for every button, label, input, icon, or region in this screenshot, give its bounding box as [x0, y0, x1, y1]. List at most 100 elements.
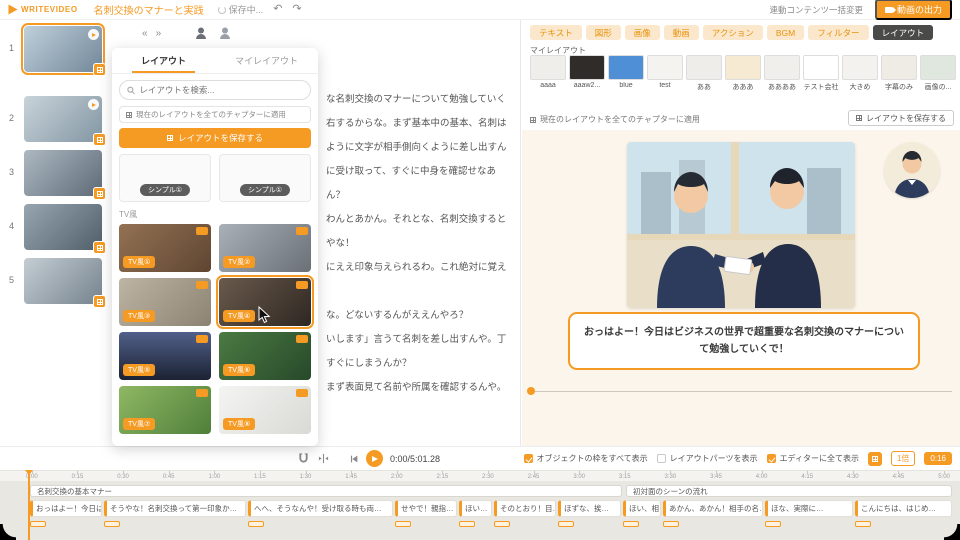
scene-thumb-image[interactable] — [24, 26, 102, 72]
asset-tab[interactable]: 動画 — [664, 25, 699, 40]
script-line[interactable]: にええ印象与えられるわ。これ絶対に覚え — [326, 256, 518, 280]
clip-tag-marker[interactable] — [623, 521, 639, 527]
scene-progress-line[interactable] — [532, 391, 952, 392]
layout-badge[interactable] — [93, 63, 106, 76]
subtitle-clip[interactable]: ほな、実際に… — [765, 500, 853, 517]
my-layout-thumbnail[interactable] — [608, 55, 644, 80]
character-avatar-2[interactable] — [219, 27, 231, 39]
my-layout-thumbnail[interactable] — [842, 55, 878, 80]
script-line[interactable]: まず表面見て名前や所属を確認するんや。 — [326, 376, 518, 400]
magnet-icon[interactable] — [298, 453, 309, 464]
scene-thumb-image[interactable] — [24, 204, 102, 250]
character-avatar-1[interactable] — [195, 27, 207, 39]
clip-tag-marker[interactable] — [494, 521, 510, 527]
script-line[interactable]: な。どないするんがええんやろ？ — [326, 304, 518, 328]
my-layout-item[interactable]: 大きめ — [842, 55, 878, 92]
script-line[interactable] — [326, 280, 518, 304]
playhead[interactable] — [28, 470, 30, 540]
my-layout-item[interactable]: blue — [608, 55, 644, 92]
layout-template-thumbnail[interactable]: シンプル① — [219, 154, 311, 202]
asset-tab[interactable]: 画像 — [625, 25, 660, 40]
clip-tag-marker[interactable] — [104, 521, 120, 527]
my-layout-thumbnail[interactable] — [764, 55, 800, 80]
asset-tab[interactable]: レイアウト — [873, 25, 934, 40]
scene-thumb-image[interactable] — [24, 150, 102, 196]
layout-popup-tab[interactable]: マイレイアウト — [215, 48, 318, 73]
play-button[interactable] — [366, 450, 383, 467]
script-line[interactable]: ように文字が相手側向くように差し出すん — [326, 136, 518, 160]
export-video-button[interactable]: 動画の出力 — [875, 0, 952, 20]
jump-end-icon[interactable]: » — [156, 28, 162, 39]
scene-thumbnail[interactable]: 1 — [0, 26, 112, 72]
clip-tag-marker[interactable] — [855, 521, 871, 527]
timeline-ruler[interactable]: 0:00 0:15 0:30 0:45 1:00 1:15 1:30 1:45 … — [0, 470, 960, 481]
chapter-time-button[interactable]: 0:16 — [924, 452, 952, 465]
script-line[interactable]: 右するからな。まず基本中の基本、名刺は — [326, 112, 518, 136]
script-line[interactable]: に受け取って、すぐに中身を確認せなあ — [326, 160, 518, 184]
layout-template-thumbnail[interactable]: TV風⑤ — [119, 332, 211, 380]
clip-tag-marker[interactable] — [459, 521, 475, 527]
clip-tag-marker[interactable] — [395, 521, 411, 527]
script-line[interactable]: な名刺交換のマナーについて勉強していく — [326, 88, 518, 112]
chapter-block[interactable]: 名刺交換の基本マナー — [30, 485, 622, 497]
undo-icon[interactable]: ↶ — [273, 4, 282, 15]
subtitle-clip[interactable]: そのとおり！目… — [494, 500, 556, 517]
my-layout-item[interactable]: aaaa — [530, 55, 566, 92]
my-layout-thumbnail[interactable] — [881, 55, 917, 80]
my-layout-item[interactable]: テスト会社 — [803, 55, 839, 92]
clip-tag-marker[interactable] — [765, 521, 781, 527]
my-layout-item[interactable]: 画像の... — [920, 55, 956, 92]
apply-all-chapters-row[interactable]: 現在のレイアウトを全てのチャプターに適用 — [119, 106, 311, 123]
clip-tag-marker[interactable] — [663, 521, 679, 527]
layout-template-thumbnail[interactable]: TV風⑥ — [219, 332, 311, 380]
skip-back-icon[interactable] — [349, 454, 359, 464]
scene-progress-dot[interactable] — [527, 387, 535, 395]
checkbox[interactable] — [657, 454, 666, 463]
split-clip-icon[interactable] — [318, 453, 329, 464]
layout-template-thumbnail[interactable]: シンプル① — [119, 154, 211, 202]
layout-popup-tab[interactable]: レイアウト — [112, 48, 215, 73]
scene-thumbnail[interactable]: 4 — [0, 204, 112, 250]
subtitle-clip[interactable]: せやで！親指… — [395, 500, 457, 517]
script-line[interactable]: やな！ — [326, 232, 518, 256]
layout-template-thumbnail[interactable]: TV風① — [119, 224, 211, 272]
apply-all-chapters-row[interactable]: 現在のレイアウトを全てのチャプターに適用 — [530, 114, 700, 125]
subtitle-clip[interactable]: あかん、あかん！相手の名… — [663, 500, 763, 517]
bulk-edit-link[interactable]: 連動コンテンツ一括変更 — [769, 4, 863, 16]
subtitle-clip[interactable]: そうやな！名刺交換って第一印象か… — [104, 500, 246, 517]
app-logo[interactable]: WRITEVIDEO — [8, 5, 78, 14]
layout-template-thumbnail[interactable]: TV風② — [219, 224, 311, 272]
video-frame[interactable] — [627, 142, 855, 308]
my-layout-thumbnail[interactable] — [803, 55, 839, 80]
checkbox[interactable] — [524, 454, 533, 463]
chapter-block[interactable]: 初対面のシーンの流れ — [626, 485, 952, 497]
preview-canvas[interactable]: おっはよー！今日はビジネスの世界で超重要な名刺交換のマナーについて勉強していくで… — [522, 130, 960, 446]
my-layout-item[interactable]: aaaw2... — [569, 55, 605, 92]
display-option[interactable]: エディターに全て表示 — [767, 453, 859, 464]
layout-badge[interactable] — [93, 295, 106, 308]
subtitle-box[interactable]: おっはよー！今日はビジネスの世界で超重要な名刺交換のマナーについて勉強していくで… — [568, 312, 920, 370]
my-layout-item[interactable]: ああ — [686, 55, 722, 92]
layout-template-thumbnail[interactable]: TV風③ — [119, 278, 211, 326]
subtitle-clip[interactable]: ほずな、挨… — [558, 500, 621, 517]
scene-thumbnail[interactable]: 3 — [0, 150, 112, 196]
my-layout-item[interactable]: ああああ — [764, 55, 800, 92]
my-layout-thumbnail[interactable] — [686, 55, 722, 80]
layout-template-thumbnail[interactable]: TV風⑧ — [219, 386, 311, 434]
clip-tag-marker[interactable] — [30, 521, 46, 527]
project-title[interactable]: 名刺交換のマナーと実践 — [94, 2, 204, 17]
zoom-scale-button[interactable]: 1倍 — [891, 451, 915, 466]
scene-thumbnail[interactable]: 5 — [0, 258, 112, 304]
layout-template-thumbnail[interactable]: TV風⑦ — [119, 386, 211, 434]
my-layout-thumbnail[interactable] — [647, 55, 683, 80]
layout-toggle-button[interactable] — [868, 452, 882, 466]
my-layout-thumbnail[interactable] — [920, 55, 956, 80]
layout-badge[interactable] — [93, 133, 106, 146]
my-layout-item[interactable]: test — [647, 55, 683, 92]
asset-tab[interactable]: フィルター — [808, 25, 868, 40]
checkbox[interactable] — [767, 454, 776, 463]
asset-tab[interactable]: アクション — [703, 25, 763, 40]
script-line[interactable]: すぐにしまうんか？ — [326, 352, 518, 376]
play-icon[interactable] — [88, 99, 99, 110]
script-line[interactable]: いします」言うて名刺を差し出すんや。丁 — [326, 328, 518, 352]
